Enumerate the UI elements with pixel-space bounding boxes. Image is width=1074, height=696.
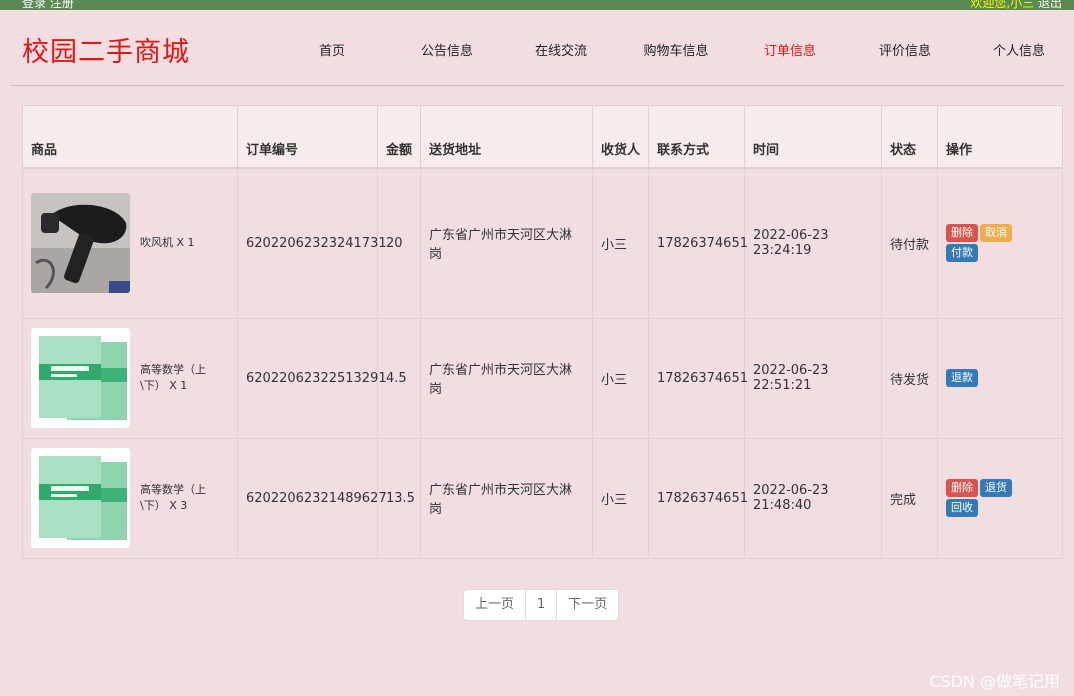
receiver-cell: 小三 — [592, 317, 649, 439]
actions-cell: 删除 取消 付款 — [937, 167, 1063, 319]
nav-announcements[interactable]: 公告信息 — [421, 40, 473, 59]
user-welcome: 欢迎您,小三 退出 — [970, 0, 1062, 10]
address-cell: 广东省广州市天河区大淋岗 — [420, 167, 593, 319]
delete-button[interactable]: 删除 — [946, 479, 978, 497]
col-header-address: 送货地址 — [420, 105, 593, 169]
return-button[interactable]: 退货 — [980, 479, 1012, 497]
math-textbook-image[interactable] — [31, 448, 130, 548]
col-header-product: 商品 — [22, 105, 238, 169]
receiver-cell: 小三 — [592, 167, 649, 319]
order-no-cell: 62022062323241731 — [237, 167, 387, 319]
table-row: 高等数学（上\下） X 3 62022062321489627 13.5 广东省… — [22, 437, 1063, 559]
top-bar: 登录 注册 欢迎您,小三 退出 — [0, 0, 1074, 10]
table-row: 吹风机 X 1 62022062323241731 20 广东省广州市天河区大淋… — [22, 167, 1063, 319]
col-header-amount: 金额 — [377, 105, 421, 169]
order-no-cell: 62022062321489627 — [237, 437, 387, 559]
prev-page-button[interactable]: 上一页 — [464, 590, 525, 620]
nav-home[interactable]: 首页 — [319, 40, 345, 59]
logout-link[interactable]: 退出 — [1038, 0, 1062, 10]
hair-dryer-image[interactable] — [31, 193, 130, 294]
next-page-button[interactable]: 下一页 — [556, 590, 618, 620]
header-divider — [10, 85, 1064, 86]
col-header-status: 状态 — [881, 105, 938, 169]
main-nav: 首页 公告信息 在线交流 购物车信息 订单信息 评价信息 个人信息 — [0, 40, 1074, 60]
status-cell: 待发货 — [881, 317, 938, 439]
col-header-actions: 操作 — [937, 105, 1063, 169]
cancel-button[interactable]: 取消 — [980, 224, 1012, 243]
actions-cell: 退款 — [937, 317, 1063, 439]
address-cell: 广东省广州市天河区大淋岗 — [420, 437, 593, 559]
recycle-button[interactable]: 回收 — [946, 499, 978, 517]
product-name: 高等数学（上\下） X 3 — [140, 483, 206, 512]
col-header-receiver: 收货人 — [592, 105, 649, 169]
phone-cell: 17826374651 — [648, 437, 748, 559]
product-name: 高等数学（上\下） X 1 — [140, 363, 206, 392]
order-no-cell: 62022062322513291 — [237, 317, 387, 439]
product-cell: 吹风机 X 1 — [22, 167, 238, 319]
status-cell: 完成 — [881, 437, 938, 559]
phone-cell: 17826374651 — [648, 317, 748, 439]
nav-online-chat[interactable]: 在线交流 — [535, 40, 587, 59]
address-cell: 广东省广州市天河区大淋岗 — [420, 317, 593, 439]
time-cell: 2022-06-23 22:51:21 — [744, 317, 882, 439]
col-header-time: 时间 — [744, 105, 882, 169]
phone-cell: 17826374651 — [648, 167, 748, 319]
nav-reviews[interactable]: 评价信息 — [879, 40, 931, 59]
pay-button[interactable]: 付款 — [946, 244, 978, 263]
welcome-text: 欢迎您,小三 — [970, 0, 1035, 10]
nav-cart[interactable]: 购物车信息 — [643, 40, 708, 59]
page-number-1[interactable]: 1 — [525, 590, 556, 620]
table-header-row: 商品 订单编号 金额 送货地址 收货人 联系方式 时间 状态 操作 — [22, 105, 1063, 169]
orders-table: 商品 订单编号 金额 送货地址 收货人 联系方式 时间 状态 操作 吹风机 X … — [22, 105, 1063, 559]
login-register-links[interactable]: 登录 注册 — [22, 0, 74, 10]
receiver-cell: 小三 — [592, 437, 649, 559]
table-row: 高等数学（上\下） X 1 62022062322513291 4.5 广东省广… — [22, 317, 1063, 439]
pagination: 上一页 1 下一页 — [463, 589, 620, 621]
product-name: 吹风机 X 1 — [140, 236, 195, 250]
product-cell: 高等数学（上\下） X 1 — [22, 317, 238, 439]
time-cell: 2022-06-23 21:48:40 — [744, 437, 882, 559]
nav-orders[interactable]: 订单信息 — [764, 40, 816, 59]
status-cell: 待付款 — [881, 167, 938, 319]
delete-button[interactable]: 删除 — [946, 224, 978, 243]
product-cell: 高等数学（上\下） X 3 — [22, 437, 238, 559]
time-cell: 2022-06-23 23:24:19 — [744, 167, 882, 319]
math-textbook-image[interactable] — [31, 328, 130, 428]
nav-profile[interactable]: 个人信息 — [993, 40, 1045, 59]
col-header-phone: 联系方式 — [648, 105, 745, 169]
watermark: CSDN @做笔记用 — [929, 672, 1060, 691]
actions-cell: 删除 退货 回收 — [937, 437, 1063, 559]
col-header-order-no: 订单编号 — [237, 105, 378, 169]
refund-button[interactable]: 退款 — [946, 369, 978, 387]
